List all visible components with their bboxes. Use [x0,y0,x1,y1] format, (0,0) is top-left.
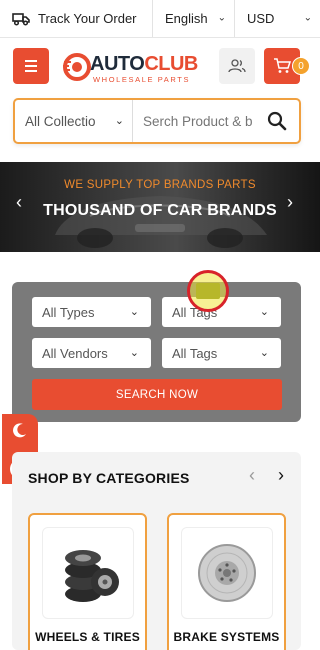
cart-count-badge: 0 [292,57,310,75]
tire-logo-icon [63,53,91,81]
category-prev-icon[interactable]: ‹ [249,465,255,486]
search-now-button[interactable]: SEARCH NOW [32,379,282,410]
currency-value: USD [247,11,275,26]
category-label: WHEELS & TIRES [35,630,140,644]
hamburger-icon [25,60,37,62]
vendor-select-value: All Vendors [42,345,108,361]
hero-banner[interactable]: WE SUPPLY TOP BRANDS PARTS THOUSAND OF C… [0,162,320,252]
chevron-down-icon: ⌄ [303,11,312,23]
track-order-link[interactable]: Track Your Order [0,0,153,37]
track-order-label: Track Your Order [38,11,137,26]
search-button[interactable] [258,100,296,142]
chevron-down-icon: ⌄ [129,347,139,359]
logo[interactable]: AUTOCLUB WHOLESALE PARTS [62,52,202,86]
user-icon [228,59,246,73]
hamburger-line [25,65,37,67]
tires-icon [65,550,119,602]
brake-disc-image [181,527,273,619]
cart-icon [274,58,291,73]
category-next-icon[interactable]: › [278,465,284,486]
type-select[interactable]: All Types ⌄ [32,297,151,327]
currency-select[interactable]: USD ⌄ [235,0,320,37]
logo-word-auto: AUTO [90,53,145,75]
hamburger-line [25,70,37,72]
section-title: SHOP BY CATEGORIES [28,470,190,486]
type-select-value: All Types [42,304,95,320]
chevron-down-icon: ⌄ [259,306,269,318]
chevron-down-icon: ⌄ [217,11,226,23]
banner-next-arrow-icon[interactable]: › [287,192,293,213]
brake-disc-icon [198,544,256,602]
banner-prev-arrow-icon[interactable]: ‹ [16,192,22,213]
account-button[interactable] [219,48,255,84]
tires-image [42,527,134,619]
top-bar: Track Your Order English ⌄ USD ⌄ [0,0,320,38]
logo-tagline: WHOLESALE PARTS [93,75,191,84]
search-input[interactable] [133,100,258,142]
truck-icon [12,12,30,26]
language-value: English [165,11,208,26]
category-card-brakes[interactable]: BRAKE SYSTEMS [167,513,286,650]
menu-button[interactable] [13,48,49,84]
language-select[interactable]: English ⌄ [153,0,235,37]
site-header: AUTOCLUB WHOLESALE PARTS 0 All Collectio… [0,38,320,162]
category-label: BRAKE SYSTEMS [173,630,280,644]
logo-word-club: CLUB [144,53,198,75]
collection-value: All Collectio [25,113,96,129]
chevron-down-icon: ⌄ [259,347,269,359]
shop-by-categories: SHOP BY CATEGORIES ‹ › WHEELS & TIRES BR… [12,452,301,650]
logo-wordmark: AUTOCLUB [90,53,198,76]
category-card-wheels[interactable]: WHEELS & TIRES [28,513,147,650]
tag-select-2-value: All Tags [172,345,218,361]
cursor-highlight [187,270,229,312]
banner-title: THOUSAND OF CAR BRANDS [43,202,277,219]
chevron-down-icon: ⌄ [129,306,139,318]
banner-subtitle: WE SUPPLY TOP BRANDS PARTS [64,179,256,191]
product-filter-panel: All Types ⌄ All Tags ⌄ All Vendors ⌄ All… [12,282,301,422]
tag-select-2[interactable]: All Tags ⌄ [162,338,281,368]
chevron-down-icon: ⌄ [111,114,124,127]
collection-select[interactable]: All Collectio ⌄ [15,100,133,142]
moon-icon[interactable] [12,422,28,438]
search-icon [267,111,287,131]
search-bar: All Collectio ⌄ [13,98,301,144]
vendor-select[interactable]: All Vendors ⌄ [32,338,151,368]
